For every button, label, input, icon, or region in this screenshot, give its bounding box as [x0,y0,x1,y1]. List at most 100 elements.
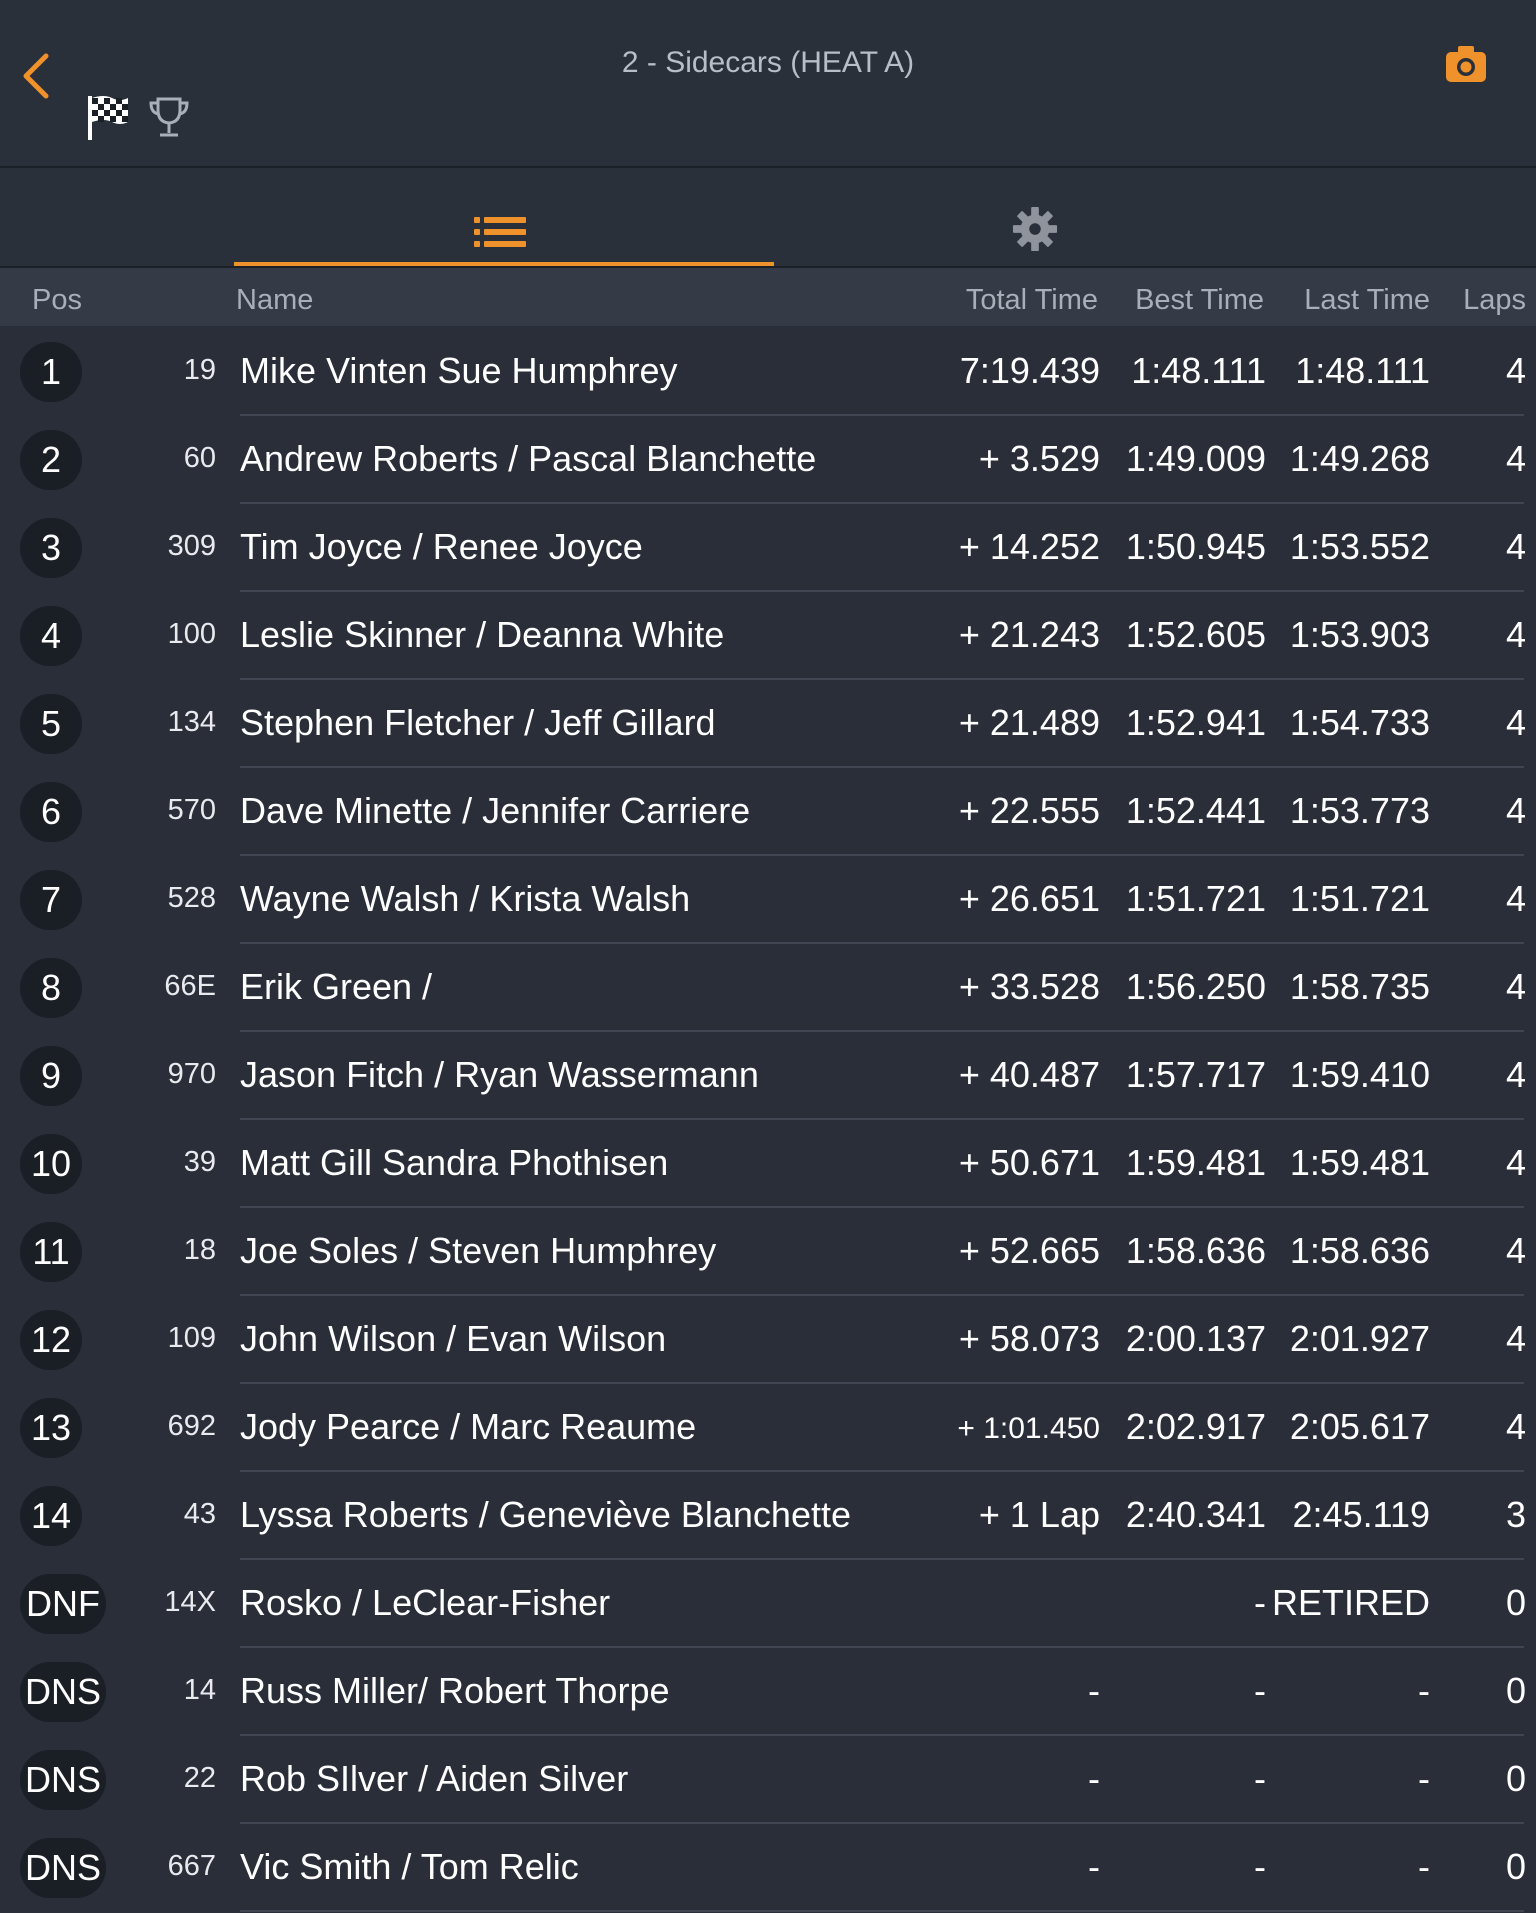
car-number: 134 [167,706,216,738]
last-time: 1:58.636 [1289,1230,1430,1271]
position-badge: 8 [20,958,82,1018]
car-number: 22 [183,1762,216,1794]
car-number: 970 [167,1058,216,1090]
table-row[interactable]: DNF 14X Rosko / LeClear-Fisher - RETIRED 0 [0,1560,1536,1648]
last-time: 1:49.268 [1289,438,1430,479]
laps-count: 4 [1505,1406,1526,1447]
row-divider [240,1910,1524,1912]
total-time: 7:19.439 [959,350,1100,391]
table-row[interactable]: 12 109 John Wilson / Evan Wilson + 58.073 2:… [0,1296,1536,1384]
total-time: - [1088,1846,1100,1887]
table-row[interactable]: 3 309 Tim Joyce / Renee Joyce + 14.252 1:50.… [0,504,1536,592]
total-time: + 1 Lap [978,1494,1100,1535]
position-badge: 4 [20,606,82,666]
car-number: 14 [183,1674,216,1706]
driver-names: Mike Vinten Sue Humphrey [240,350,678,391]
best-time: - [1254,1758,1266,1799]
checkered-flag-icon[interactable] [86,94,130,142]
last-time: 1:51.721 [1289,878,1430,919]
laps-count: 4 [1505,790,1526,831]
position-badge: 11 [20,1222,82,1282]
last-time: - [1418,1670,1430,1711]
position-badge: 10 [20,1134,82,1194]
list-icon [474,217,526,247]
last-time: 1:53.552 [1289,526,1430,567]
best-time: 2:40.341 [1125,1494,1266,1535]
car-number: 309 [167,530,216,562]
car-number: 43 [183,1498,216,1530]
last-time: 1:59.481 [1289,1142,1430,1183]
best-time: 1:52.941 [1125,702,1266,743]
table-row[interactable]: 10 39 Matt Gill Sandra Phothisen + 50.671 1:… [0,1120,1536,1208]
total-time: - [1088,1670,1100,1711]
last-time: 1:53.903 [1289,614,1430,655]
laps-count: 4 [1505,702,1526,743]
total-time: + 3.529 [978,438,1100,479]
laps-count: 4 [1505,966,1526,1007]
total-time: + 1:01.450 [957,1412,1100,1445]
last-time: 1:53.773 [1289,790,1430,831]
table-row[interactable]: 5 134 Stephen Fletcher / Jeff Gillard + 21.… [0,680,1536,768]
total-time: + 14.252 [958,526,1100,567]
best-time: 1:59.481 [1125,1142,1266,1183]
tab-results-list[interactable] [234,168,774,266]
tab-bar [0,168,1536,268]
last-time: 1:48.111 [1295,350,1430,391]
table-row[interactable]: DNS 22 Rob SIlver / Aiden Silver - - - 0 [0,1736,1536,1824]
laps-count: 4 [1505,1318,1526,1359]
tab-settings[interactable] [774,168,1314,266]
table-row[interactable]: 4 100 Leslie Skinner / Deanna White + 21.24… [0,592,1536,680]
position-badge: 2 [20,430,82,490]
car-number: 528 [167,882,216,914]
driver-names: Erik Green / [240,966,433,1007]
col-best-time: Best Time [1135,284,1264,316]
trophy-icon[interactable] [148,96,190,140]
table-row[interactable]: 14 43 Lyssa Roberts / Geneviève Blanchette… [0,1472,1536,1560]
car-number: 39 [183,1146,216,1178]
position-badge: 3 [20,518,82,578]
driver-names: John Wilson / Evan Wilson [240,1318,667,1359]
table-row[interactable]: 9 970 Jason Fitch / Ryan Wassermann + 40.48… [0,1032,1536,1120]
table-row[interactable]: DNS 667 Vic Smith / Tom Relic - - - 0 [0,1824,1536,1912]
total-time: - [1088,1758,1100,1799]
last-time: 2:45.119 [1292,1494,1430,1535]
best-time: 1:52.605 [1125,614,1266,655]
total-time: + 33.528 [958,966,1100,1007]
camera-icon[interactable] [1444,44,1488,84]
table-row[interactable]: 6 570 Dave Minette / Jennifer Carriere + 22… [0,768,1536,856]
table-row[interactable]: 2 60 Andrew Roberts / Pascal Blanchette + 3… [0,416,1536,504]
table-row[interactable]: 13 692 Jody Pearce / Marc Reaume + 1:01.450… [0,1384,1536,1472]
driver-names: Dave Minette / Jennifer Carriere [240,790,751,831]
driver-names: Vic Smith / Tom Relic [240,1846,579,1887]
table-row[interactable]: 7 528 Wayne Walsh / Krista Walsh + 26.651 1:… [0,856,1536,944]
position-badge: DNS [20,1750,106,1810]
position-badge: 9 [20,1046,82,1106]
column-headers: Pos Name Total Time Best Time Last Time … [0,268,1536,326]
driver-names: Leslie Skinner / Deanna White [240,614,725,655]
table-row[interactable]: 8 66E Erik Green / + 33.528 1:56.250 1:58.735… [0,944,1536,1032]
car-number: 60 [183,442,216,474]
laps-count: 4 [1505,1142,1526,1183]
laps-count: 4 [1505,526,1526,567]
car-number: 109 [167,1322,216,1354]
driver-names: Rob SIlver / Aiden Silver [240,1758,629,1799]
car-number: 18 [183,1234,216,1266]
table-row[interactable]: 11 18 Joe Soles / Steven Humphrey + 52.665 1… [0,1208,1536,1296]
driver-names: Wayne Walsh / Krista Walsh [240,878,691,919]
total-time: + 22.555 [958,790,1100,831]
last-time: - [1418,1846,1430,1887]
table-row[interactable]: DNS 14 Russ Miller/ Robert Thorpe - - - 0 [0,1648,1536,1736]
laps-count: 0 [1505,1582,1526,1623]
position-badge: 13 [20,1398,82,1458]
laps-count: 4 [1505,438,1526,479]
driver-names: Jody Pearce / Marc Reaume [240,1406,697,1447]
table-row[interactable]: 1 19 Mike Vinten Sue Humphrey 7:19.439 1:48.… [0,328,1536,416]
total-time: + 26.651 [958,878,1100,919]
driver-names: Rosko / LeClear-Fisher [240,1582,611,1623]
col-laps: Laps [1463,284,1526,316]
best-time: 1:57.717 [1125,1054,1266,1095]
col-last-time: Last Time [1304,284,1430,316]
laps-count: 4 [1505,1230,1526,1271]
last-time: 2:05.617 [1289,1406,1430,1447]
laps-count: 0 [1505,1846,1526,1887]
